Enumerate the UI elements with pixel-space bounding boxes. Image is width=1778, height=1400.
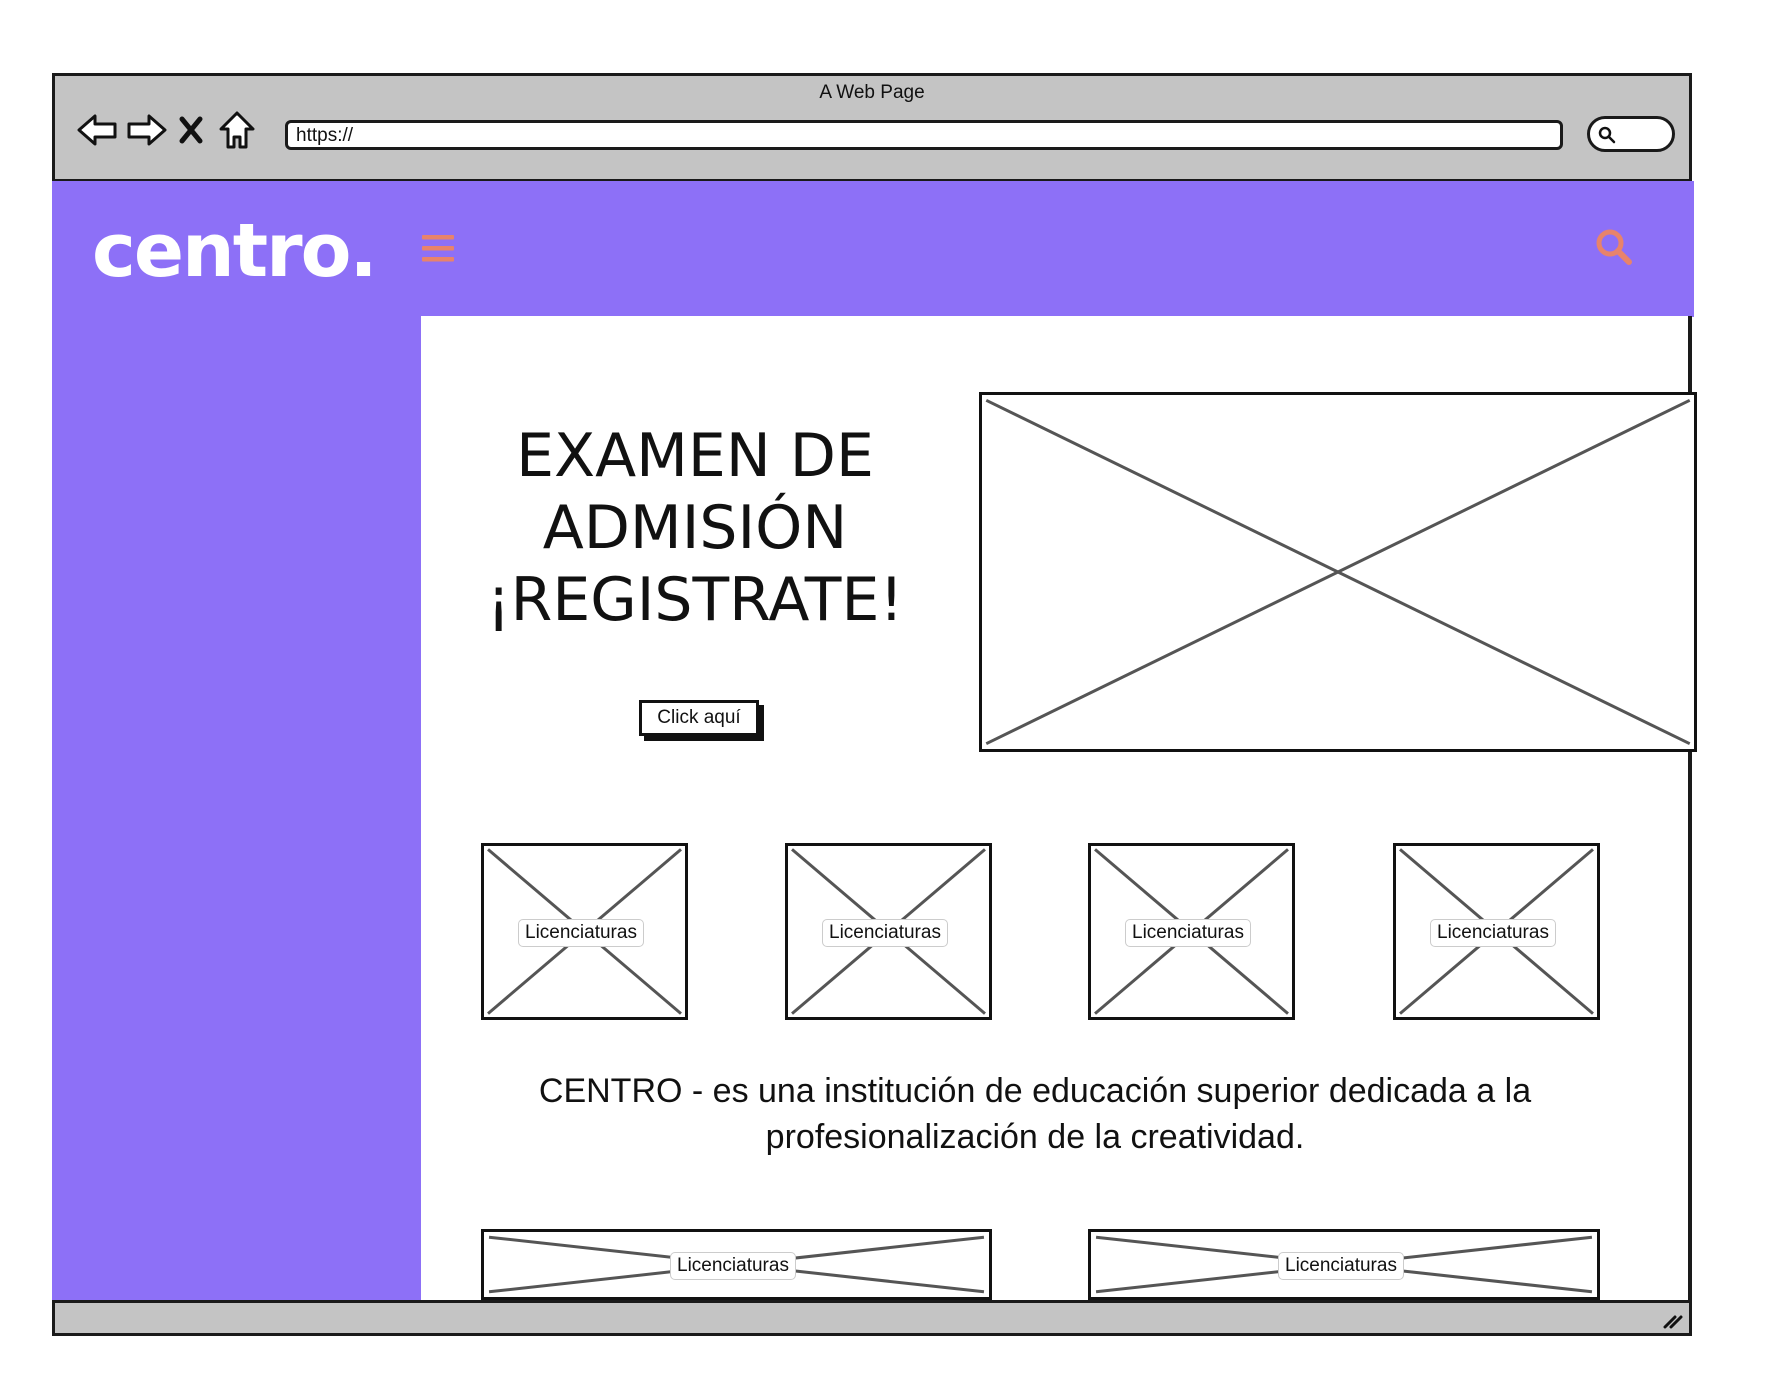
hero-heading: EXAMEN DE ADMISIÓN ¡REGISTRATE! xyxy=(460,420,930,636)
hero-heading-line: EXAMEN DE xyxy=(516,421,874,491)
status-bar xyxy=(52,1300,1692,1336)
browser-search-button[interactable] xyxy=(1587,116,1675,152)
banner-label: Licenciaturas xyxy=(670,1252,796,1280)
forward-button[interactable] xyxy=(125,108,169,152)
hero-heading-line: ¡REGISTRATE! xyxy=(486,565,904,635)
arrow-left-icon xyxy=(77,114,117,146)
window-title: A Web Page xyxy=(819,82,925,103)
program-label: Licenciaturas xyxy=(518,919,644,947)
home-button[interactable] xyxy=(215,108,259,152)
stop-button[interactable] xyxy=(173,108,209,152)
image-placeholder-icon xyxy=(982,395,1694,749)
program-label: Licenciaturas xyxy=(1125,919,1251,947)
program-banner[interactable]: Licenciaturas xyxy=(1088,1229,1600,1300)
logo[interactable]: centro. xyxy=(92,201,378,301)
browser-toolbar: A Web Page https:// xyxy=(52,73,1692,181)
search-icon xyxy=(1598,126,1616,144)
program-card[interactable]: Licenciaturas xyxy=(785,843,992,1020)
program-label: Licenciaturas xyxy=(822,919,948,947)
site-header: centro. xyxy=(52,181,1694,317)
program-card[interactable]: Licenciaturas xyxy=(1088,843,1295,1020)
register-button[interactable]: Click aquí xyxy=(639,700,759,736)
program-card[interactable]: Licenciaturas xyxy=(1393,843,1600,1020)
hamburger-menu-icon[interactable] xyxy=(420,231,456,265)
arrow-right-icon xyxy=(127,114,167,146)
resize-grip-icon[interactable] xyxy=(1661,1309,1683,1331)
back-button[interactable] xyxy=(75,108,119,152)
sidebar xyxy=(52,316,421,1300)
program-label: Licenciaturas xyxy=(1430,919,1556,947)
hero-heading-line: ADMISIÓN xyxy=(542,493,848,563)
hero-image-placeholder xyxy=(979,392,1697,752)
institution-description: CENTRO - es una institución de educación… xyxy=(538,1072,1532,1156)
program-banner[interactable]: Licenciaturas xyxy=(481,1229,992,1300)
close-icon xyxy=(179,116,203,144)
banner-label: Licenciaturas xyxy=(1278,1252,1404,1280)
home-icon xyxy=(219,111,255,149)
program-card[interactable]: Licenciaturas xyxy=(481,843,688,1020)
url-input[interactable]: https:// xyxy=(285,120,1563,150)
search-icon[interactable] xyxy=(1594,227,1634,267)
